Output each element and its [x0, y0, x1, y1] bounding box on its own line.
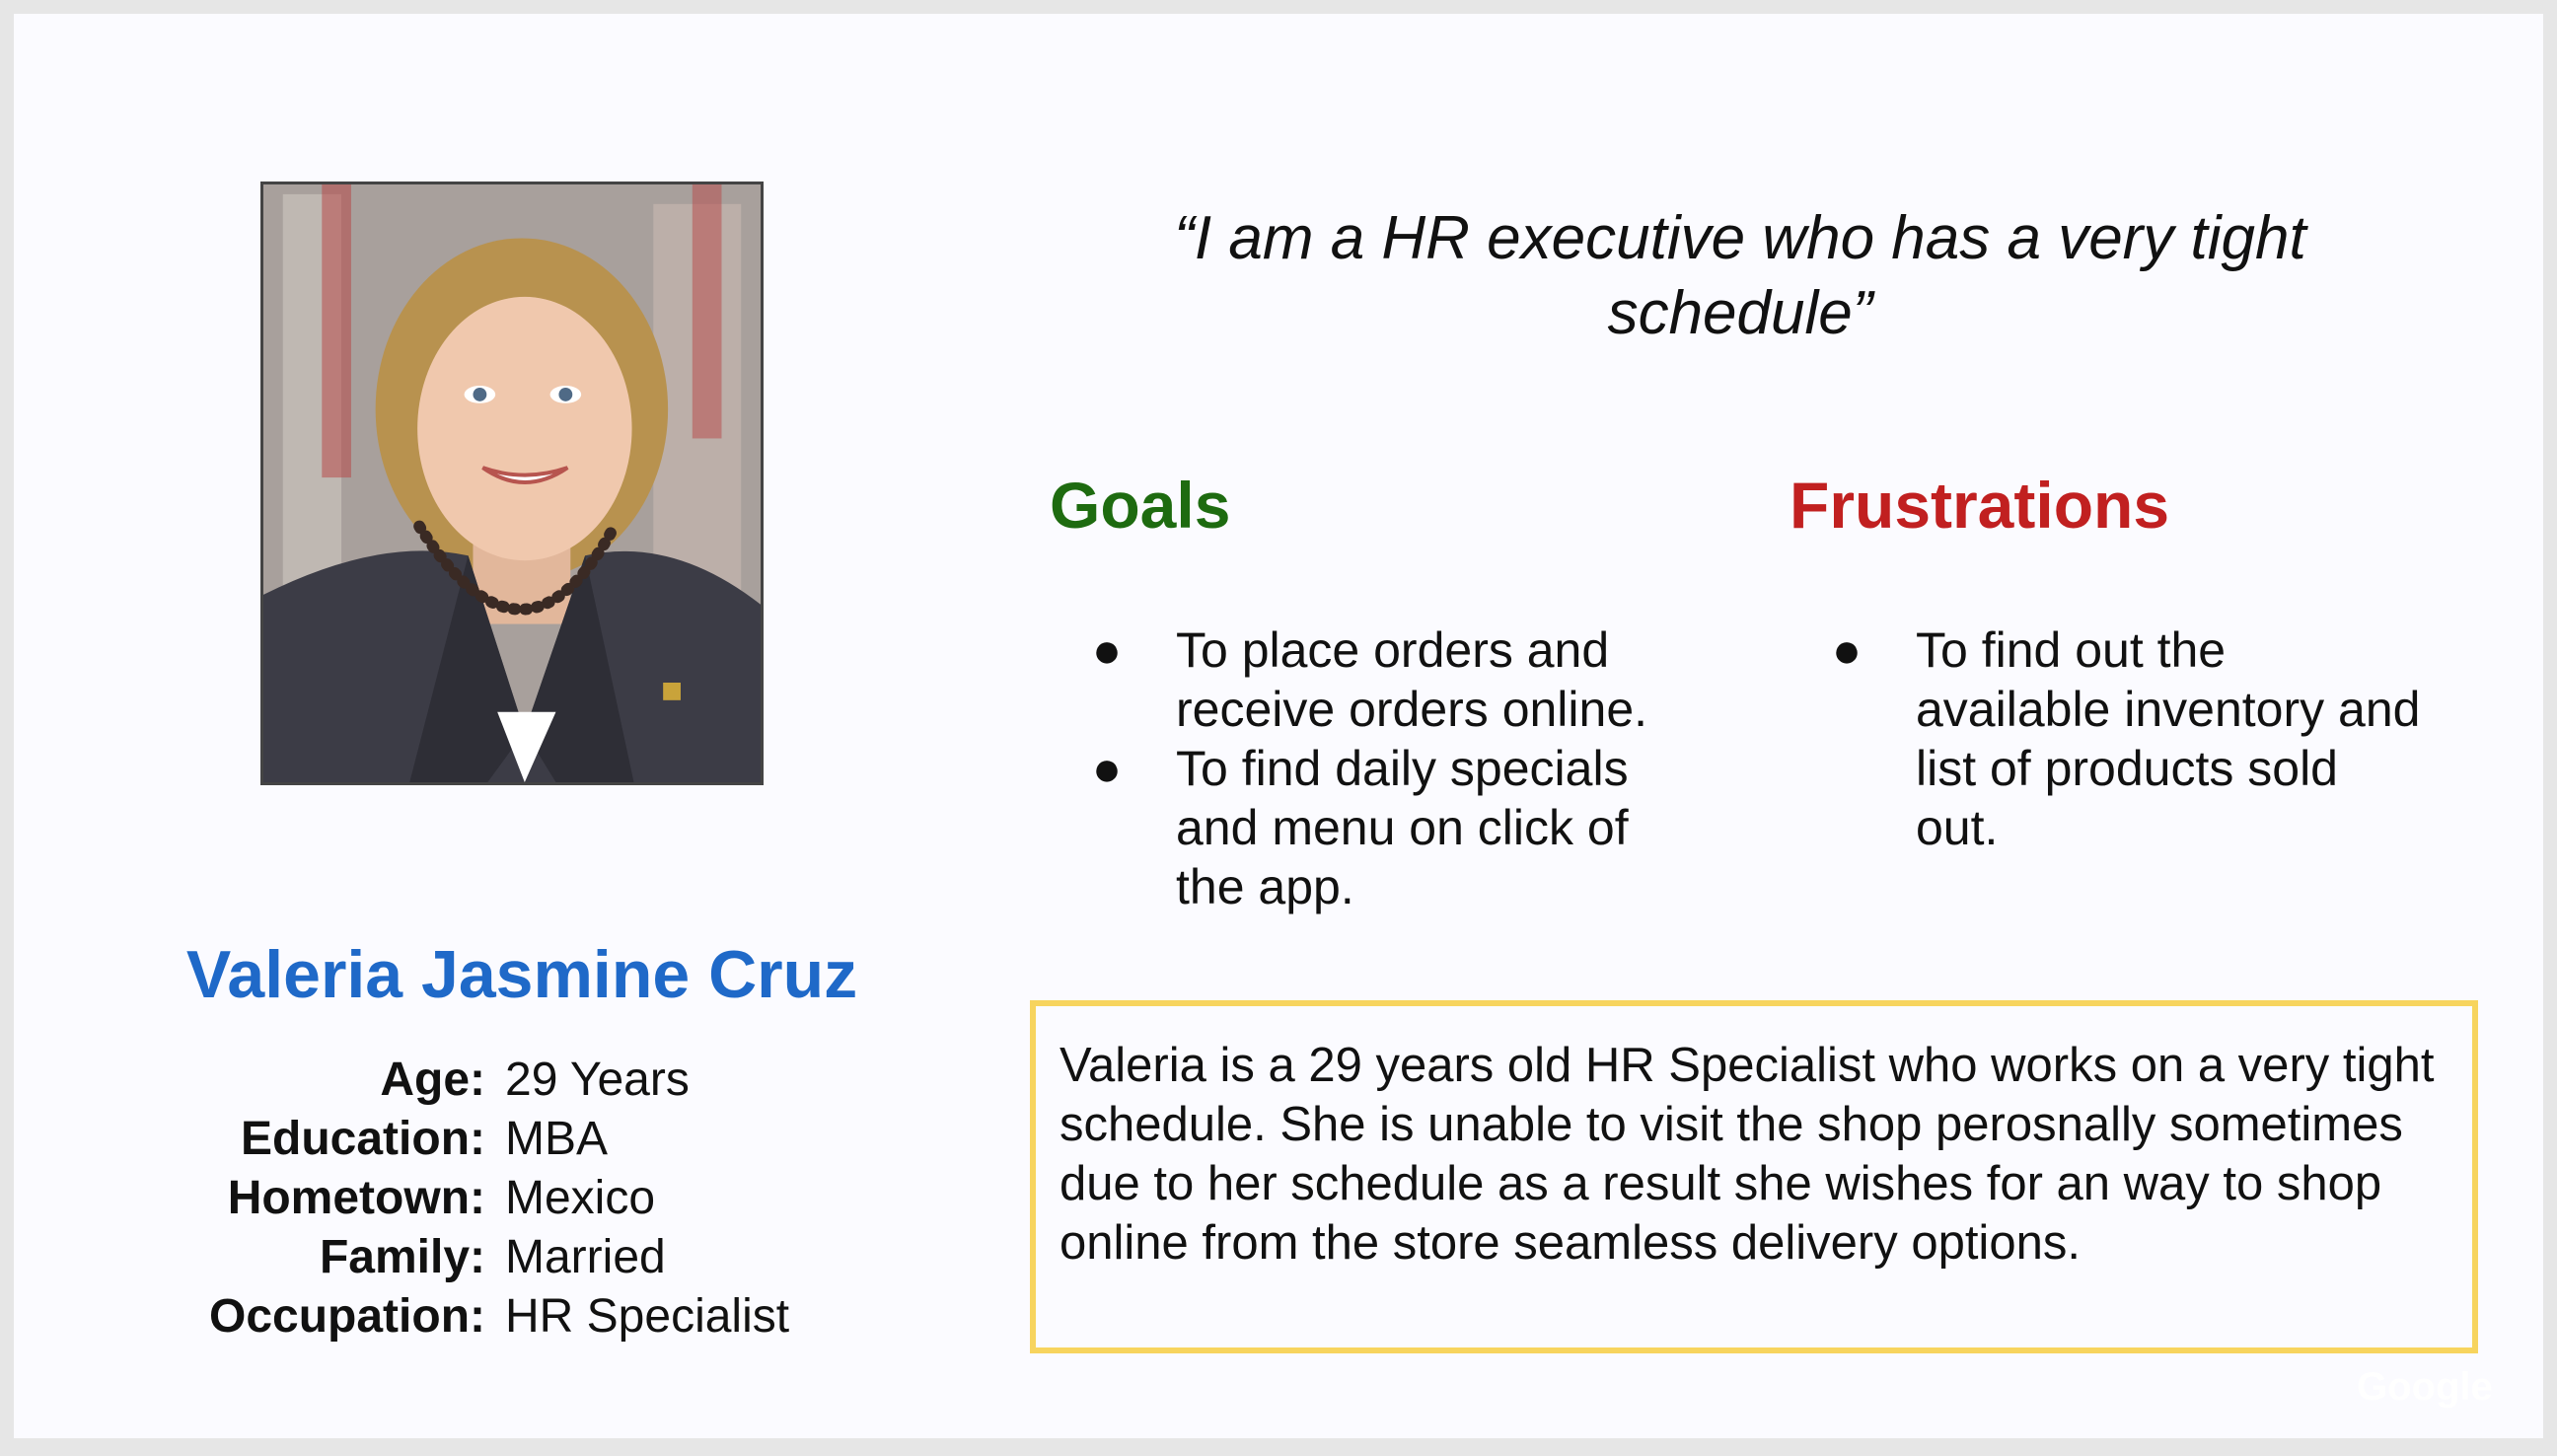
- persona-quote: “I am a HR executive who has a very tigh…: [1174, 204, 2306, 347]
- goal-item: ● To find daily specials and menu on cli…: [1092, 739, 1689, 916]
- detail-label: Education:: [241, 1112, 485, 1165]
- bullet-icon: ●: [1831, 622, 1863, 678]
- persona-photo: [260, 182, 764, 785]
- detail-hometown: Hometown: Mexico: [112, 1168, 1000, 1227]
- detail-value: MBA: [505, 1112, 609, 1165]
- frustration-item: ● To find out the available inventory an…: [1832, 620, 2429, 857]
- bullet-icon: ●: [1091, 741, 1123, 796]
- detail-education: Education: MBA: [112, 1109, 1000, 1168]
- detail-value: Married: [505, 1230, 666, 1283]
- detail-value: 29 Years: [505, 1053, 690, 1106]
- watermark-logo: Google: [2357, 1365, 2493, 1409]
- goals-list: ● To place orders and receive orders onl…: [1092, 620, 1689, 916]
- detail-occupation: Occupation: HR Specialist: [112, 1286, 1000, 1346]
- detail-family: Family: Married: [112, 1227, 1000, 1286]
- persona-bio: Valeria is a 29 years old HR Specialist …: [1030, 1000, 2478, 1353]
- detail-value: Mexico: [505, 1171, 656, 1224]
- goal-text: To place orders and receive orders onlin…: [1176, 622, 1648, 737]
- detail-value: HR Specialist: [505, 1289, 790, 1343]
- detail-label: Occupation:: [208, 1289, 485, 1343]
- goals-heading: Goals: [1050, 469, 1231, 542]
- detail-label: Hometown:: [227, 1171, 485, 1224]
- bullet-icon: ●: [1091, 622, 1123, 678]
- persona-slide: Valeria Jasmine Cruz Age: 29 Years Educa…: [14, 14, 2543, 1438]
- detail-label: Family:: [319, 1230, 485, 1283]
- persona-name: Valeria Jasmine Cruz: [185, 937, 858, 1012]
- frustrations-heading: Frustrations: [1790, 469, 2170, 542]
- persona-details: Age: 29 Years Education: MBA Hometown: M…: [112, 1050, 1000, 1346]
- detail-label: Age:: [380, 1053, 485, 1106]
- detail-age: Age: 29 Years: [112, 1050, 1000, 1109]
- goal-item: ● To place orders and receive orders onl…: [1092, 620, 1689, 739]
- portrait-illustration: [263, 184, 761, 782]
- goal-text: To find daily specials and menu on click…: [1176, 741, 1629, 914]
- frustrations-list: ● To find out the available inventory an…: [1832, 620, 2429, 857]
- frustration-text: To find out the available inventory and …: [1916, 622, 2421, 855]
